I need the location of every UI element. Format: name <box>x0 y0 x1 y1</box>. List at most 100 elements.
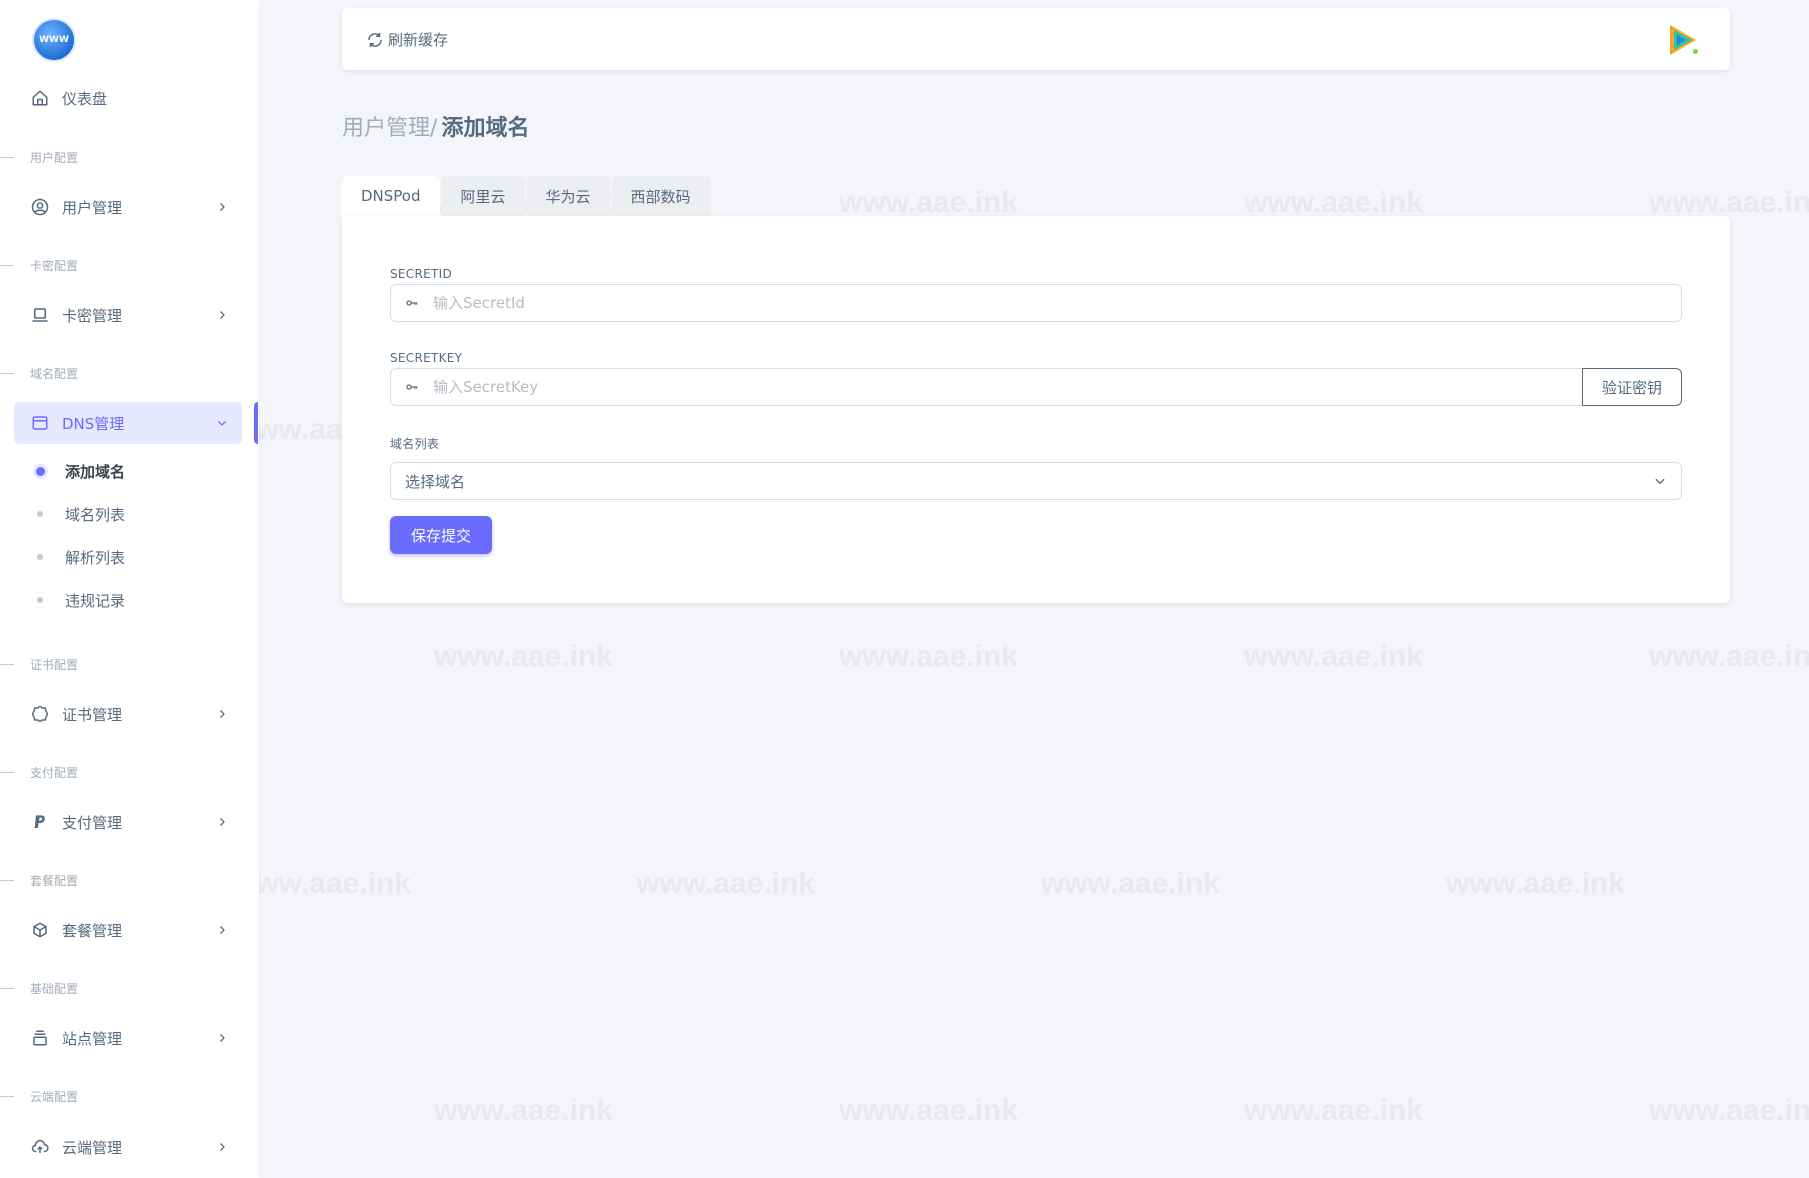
sidebar-item-dns-management[interactable]: DNS管理 <box>14 402 242 444</box>
breadcrumb: 用户管理 / 添加域名 <box>342 110 529 142</box>
section-label: 用户配置 <box>30 150 79 165</box>
watermark: www.aae.ink <box>1649 186 1809 219</box>
watermark: www.aae.ink <box>839 186 1018 219</box>
watermark: www.aae.ink <box>1649 640 1809 673</box>
section-label: 证书配置 <box>30 657 79 672</box>
sidebar-item-plan-management[interactable]: 套餐管理 <box>14 909 242 951</box>
tab-aliyun[interactable]: 阿里云 <box>441 176 525 216</box>
secret-key-input-group: 验证密钥 <box>390 368 1682 406</box>
section-label: 套餐配置 <box>30 873 79 888</box>
sidebar-item-label: 证书管理 <box>62 705 123 724</box>
save-submit-button[interactable]: 保存提交 <box>390 516 493 554</box>
sidebar-item-label: 云端管理 <box>62 1138 123 1157</box>
avatar[interactable] <box>1664 22 1700 58</box>
refresh-cache-label: 刷新缓存 <box>388 31 449 49</box>
section-header-card: 卡密配置 <box>0 257 78 273</box>
sidebar-item-cert-management[interactable]: 证书管理 <box>14 693 242 735</box>
secret-id-input-group <box>390 284 1682 322</box>
secret-key-label: SECRETKEY <box>390 351 463 365</box>
window-icon <box>30 413 50 433</box>
chevron-right-icon <box>214 922 230 938</box>
cloud-upload-icon <box>30 1137 50 1157</box>
provider-tabs: DNSPod 阿里云 华为云 西部数码 <box>342 176 710 216</box>
section-label: 域名配置 <box>30 366 79 381</box>
sidebar-item-dashboard[interactable]: 仪表盘 <box>14 77 242 119</box>
section-label: 卡密配置 <box>30 258 79 273</box>
watermark: www.aae.ink <box>1041 867 1220 900</box>
bullet-dot-icon <box>37 554 43 560</box>
sidebar-item-pay-management[interactable]: 支付管理 <box>14 801 242 843</box>
sidebar-item-label: 卡密管理 <box>62 306 123 325</box>
refresh-icon <box>368 32 382 47</box>
watermark: www.aae.ink <box>434 640 613 673</box>
section-header-user: 用户配置 <box>0 149 78 165</box>
verify-key-button[interactable]: 验证密钥 <box>1581 368 1682 406</box>
chevron-down-icon <box>214 415 230 431</box>
section-label: 基础配置 <box>30 981 79 996</box>
sidebar-subitem-label: 添加域名 <box>65 462 126 481</box>
section-header-cert: 证书配置 <box>0 656 78 672</box>
sidebar: WWW 仪表盘 用户配置 用户管理 卡密配置 卡密管理 域名配置 DNS管理 添… <box>0 0 259 1178</box>
sidebar-subitem-add-domain[interactable]: 添加域名 <box>30 459 125 483</box>
sidebar-subitem-violations[interactable]: 违规记录 <box>30 588 125 612</box>
refresh-cache-button[interactable]: 刷新缓存 <box>366 29 448 50</box>
section-label: 云端配置 <box>30 1089 79 1104</box>
online-status-dot <box>1691 47 1700 56</box>
watermark: www.aae.ink <box>1446 867 1625 900</box>
sidebar-item-cloud-management[interactable]: 云端管理 <box>14 1126 242 1168</box>
key-icon <box>391 369 433 405</box>
section-header-pay: 支付配置 <box>0 764 78 780</box>
watermark: www.aae.ink <box>839 640 1018 673</box>
user-circle-icon <box>30 197 50 217</box>
breadcrumb-separator: / <box>430 116 438 141</box>
sidebar-item-label: 用户管理 <box>62 198 123 217</box>
section-header-cloud: 云端配置 <box>0 1088 78 1104</box>
page-title: 添加域名 <box>441 116 530 141</box>
chevron-right-icon <box>214 307 230 323</box>
bullet-dot-icon <box>36 466 45 476</box>
secret-id-input[interactable] <box>433 285 1681 321</box>
watermark: www.aae.ink <box>1244 186 1423 219</box>
sidebar-subitem-label: 域名列表 <box>65 505 126 524</box>
secret-id-label: SECRETID <box>390 267 453 281</box>
paypal-icon <box>30 812 50 832</box>
sidebar-item-label: 套餐管理 <box>62 921 123 940</box>
tab-huaweicloud[interactable]: 华为云 <box>526 176 610 216</box>
package-icon <box>30 920 50 940</box>
watermark: www.aae.ink <box>1649 1094 1809 1127</box>
sidebar-subitem-record-list[interactable]: 解析列表 <box>30 545 125 569</box>
tab-west-digital[interactable]: 西部数码 <box>611 176 710 216</box>
bullet-dot-icon <box>37 597 43 603</box>
chevron-right-icon <box>214 706 230 722</box>
chevron-right-icon <box>214 1030 230 1046</box>
sidebar-subitem-label: 违规记录 <box>65 591 126 610</box>
watermark: www.aae.ink <box>434 1094 613 1127</box>
secret-key-input[interactable] <box>433 369 1577 405</box>
top-navbar: 刷新缓存 <box>342 8 1730 70</box>
active-indicator <box>254 402 258 444</box>
section-header-domain: 域名配置 <box>0 365 78 381</box>
logo-text: WWW <box>39 35 69 45</box>
logo-globe-icon[interactable]: WWW <box>32 18 76 62</box>
chevron-right-icon <box>214 1139 230 1155</box>
domain-list-label: 域名列表 <box>390 437 440 451</box>
domain-select-value: 选择域名 <box>405 472 466 491</box>
sidebar-item-card-management[interactable]: 卡密管理 <box>14 294 242 336</box>
laptop-icon <box>30 305 50 325</box>
domain-select[interactable]: 选择域名 <box>390 462 1682 500</box>
sidebar-item-site-management[interactable]: 站点管理 <box>14 1017 242 1059</box>
breadcrumb-parent[interactable]: 用户管理 <box>342 110 430 142</box>
home-icon <box>30 88 50 108</box>
bullet-dot-icon <box>37 511 43 517</box>
key-icon <box>391 285 433 321</box>
section-header-base: 基础配置 <box>0 980 78 996</box>
badge-icon <box>30 704 50 724</box>
watermark: www.aae.ink <box>1244 640 1423 673</box>
tab-dnspod[interactable]: DNSPod <box>342 176 440 216</box>
watermark: www.aae.ink <box>636 867 815 900</box>
sidebar-item-user-management[interactable]: 用户管理 <box>14 186 242 228</box>
archive-icon <box>30 1028 50 1048</box>
sidebar-item-label: 站点管理 <box>62 1029 123 1048</box>
chevron-right-icon <box>214 199 230 215</box>
sidebar-subitem-domain-list[interactable]: 域名列表 <box>30 502 125 526</box>
